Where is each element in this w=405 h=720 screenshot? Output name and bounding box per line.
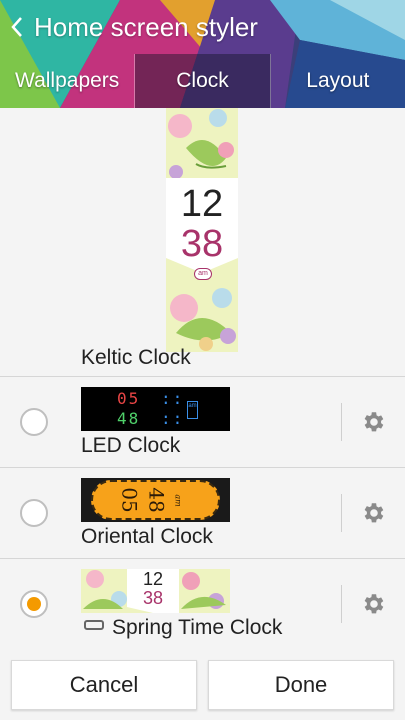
tab-wallpapers[interactable]: Wallpapers (0, 54, 136, 108)
gear-icon[interactable] (360, 591, 386, 617)
page-title: Home screen styler (34, 11, 258, 42)
led-hour-digits: 05 (117, 389, 141, 408)
tab-clock[interactable]: Clock (135, 54, 271, 108)
list-item-led[interactable]: 05 48 :::: am LED Clock (0, 376, 405, 468)
back-button[interactable] (0, 0, 34, 54)
gear-icon[interactable] (360, 409, 386, 435)
led-minute-digits: 48 (117, 409, 141, 428)
action-bar: Home screen styler Wallpapers Clock Layo… (0, 0, 405, 108)
list-item-oriental[interactable]: 05 48 am Oriental Clock (0, 467, 405, 559)
divider (341, 585, 342, 623)
oriental-minute-digits: 48 (145, 487, 170, 513)
spring-hour: 12 (142, 569, 164, 589)
radio-button[interactable] (20, 408, 48, 436)
led-ampm: am (187, 401, 198, 419)
applied-indicator-icon (84, 620, 104, 630)
clock-label: Oriental Clock (81, 525, 213, 548)
spring-minute: 38 (142, 588, 164, 608)
gear-icon[interactable] (360, 500, 386, 526)
list-item-spring-time[interactable]: 12 38 Spring Time Clock (0, 558, 405, 650)
tab-layout[interactable]: Layout (271, 54, 405, 108)
tab-bar: Wallpapers Clock Layout (0, 54, 405, 108)
title-bar: Home screen styler (0, 0, 405, 54)
chevron-left-icon (11, 17, 22, 37)
divider (341, 494, 342, 532)
oriental-hour-digits: 05 (117, 487, 142, 513)
clock-list[interactable]: 12 38 am Keltic Clock 05 48 :::: am LED … (0, 108, 405, 650)
divider (341, 403, 342, 441)
radio-button[interactable] (20, 499, 48, 527)
clock-label: Spring Time Clock (112, 616, 283, 639)
clock-label: LED Clock (81, 434, 181, 457)
done-button[interactable]: Done (208, 660, 394, 710)
list-item-keltic[interactable]: Keltic Clock (0, 108, 405, 377)
oriental-ampm: am (173, 493, 183, 507)
radio-button-selected[interactable] (20, 590, 48, 618)
clock-label: Keltic Clock (81, 346, 191, 368)
cancel-button[interactable]: Cancel (11, 660, 197, 710)
spring-time-clock-thumbnail: 12 38 (81, 569, 230, 613)
oriental-clock-thumbnail: 05 48 am (81, 478, 230, 522)
led-clock-thumbnail: 05 48 :::: am (81, 387, 230, 431)
bottom-bar: Cancel Done (0, 650, 405, 720)
